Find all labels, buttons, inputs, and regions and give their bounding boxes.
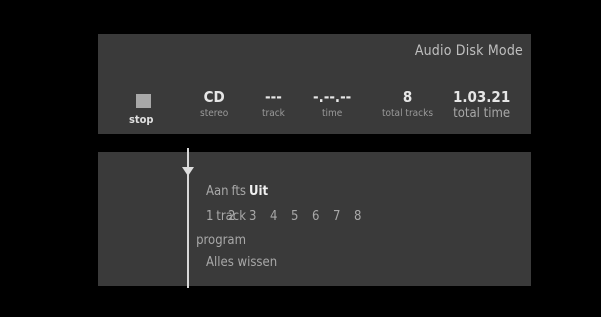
track-value: --- — [265, 88, 282, 106]
track-number-3[interactable]: 3 — [249, 209, 256, 224]
program-row-label: program — [196, 233, 246, 248]
track-number-4[interactable]: 4 — [270, 209, 277, 224]
stop-icon[interactable] — [136, 94, 151, 108]
track-number-2[interactable]: 2 — [228, 209, 235, 224]
stop-label: stop — [129, 113, 154, 126]
track-number-5[interactable]: 5 — [291, 209, 298, 224]
fts-row-label: fts — [231, 184, 246, 199]
status-panel: Audio Disk Mode stop CD stereo --- track… — [98, 34, 531, 134]
time-stat: -.--.-- time — [313, 88, 351, 120]
track-stat: --- track — [262, 88, 285, 120]
fts-option-off[interactable]: Uit — [249, 184, 268, 199]
clear-all-button[interactable]: Alles wissen — [206, 255, 277, 270]
track-number-7[interactable]: 7 — [333, 209, 340, 224]
source-stat: CD stereo — [200, 88, 228, 120]
source-value: CD — [203, 88, 225, 106]
total-tracks-value: 8 — [402, 88, 413, 106]
time-label: time — [321, 108, 343, 119]
track-label: track — [262, 108, 285, 119]
total-time-value: 1.03.21 — [453, 88, 511, 106]
track-number-6[interactable]: 6 — [312, 209, 319, 224]
time-value: -.--.-- — [313, 88, 352, 106]
track-number-8[interactable]: 8 — [354, 209, 361, 224]
cursor-caret-icon — [182, 167, 194, 176]
total-time-stat: 1.03.21 total time — [453, 88, 510, 120]
total-tracks-label: total tracks — [382, 108, 434, 119]
total-time-label: total time — [453, 106, 511, 121]
source-label: stereo — [200, 108, 229, 119]
track-number-1[interactable]: 1 — [206, 209, 213, 224]
fts-option-on[interactable]: Aan — [206, 184, 229, 199]
total-tracks-stat: 8 total tracks — [382, 88, 433, 120]
mode-title: Audio Disk Mode — [414, 43, 523, 59]
